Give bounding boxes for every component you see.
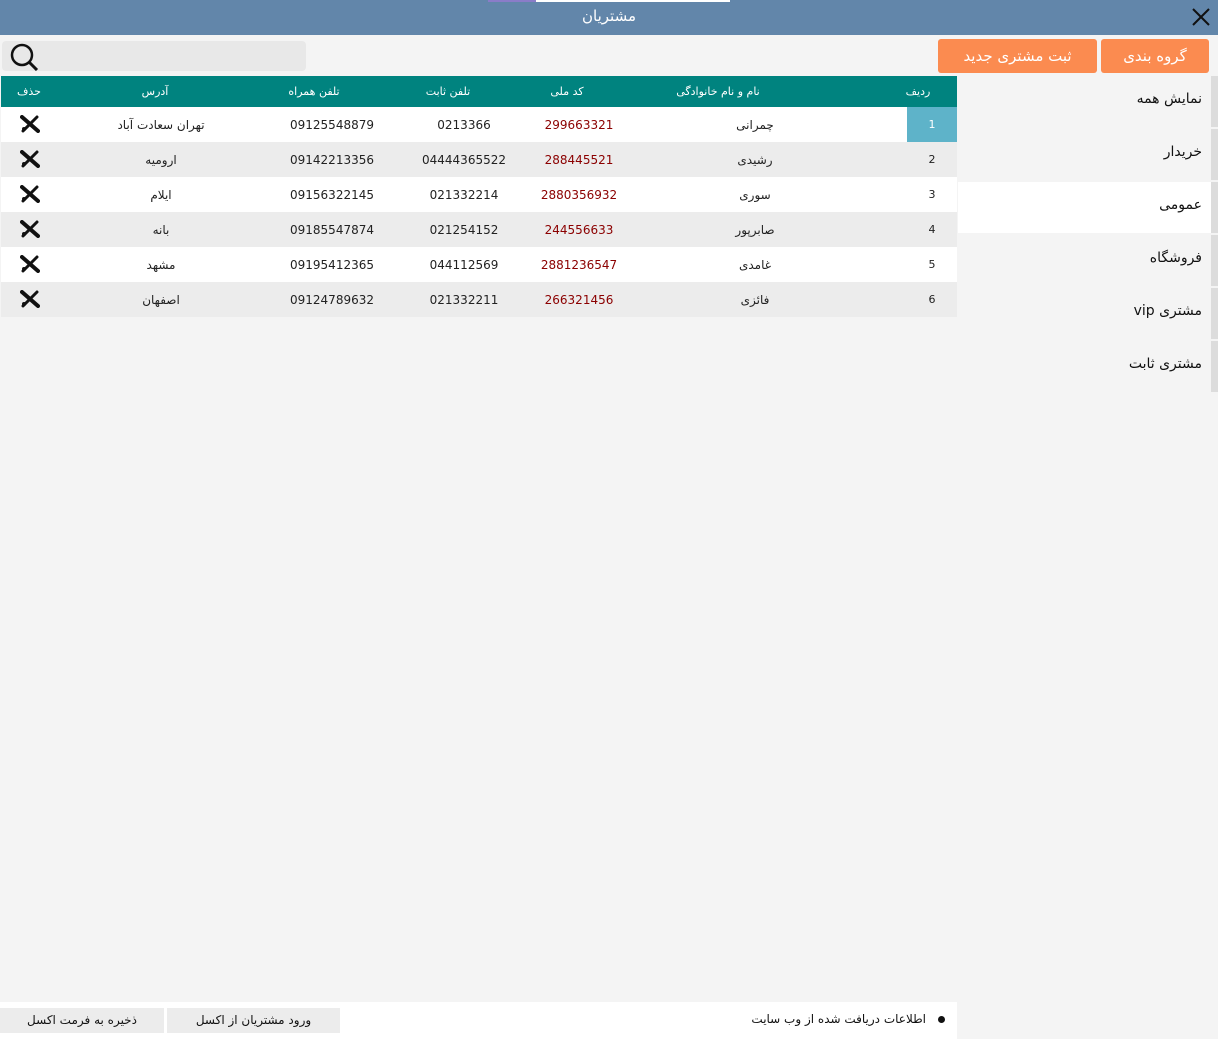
window-title: مشتریان (582, 7, 636, 25)
sidebar-item-label: مشتری vip (1133, 303, 1202, 319)
sidebar-item-label: مشتری ثابت (1128, 356, 1202, 372)
footer-bar: ذخیره به فرمت اکسل ورود مشتریان از اکسل … (0, 1002, 957, 1039)
delete-x-icon[interactable] (20, 220, 40, 238)
header-national-code: کد ملی (550, 85, 584, 98)
cell-mobile: 09142213356 (290, 153, 374, 167)
cell-address: ایلام (150, 188, 172, 202)
header-name: نام و نام خانوادگی (676, 85, 760, 98)
cell-landline: 021254152 (429, 223, 499, 237)
cell-name: صابرپور (735, 223, 775, 237)
save-excel-button[interactable]: ذخیره به فرمت اکسل (0, 1008, 164, 1033)
web-info-label: اطلاعات دریافت شده از وب سایت (751, 1012, 926, 1026)
cell-landline: 021332211 (429, 293, 499, 307)
delete-x-icon[interactable] (20, 185, 40, 203)
customers-table: حذف آدرس تلفن همراه تلفن ثابت کد ملی نام… (1, 76, 957, 317)
cell-address: اصفهان (142, 293, 180, 307)
sidebar-item-label: خریدار (1163, 144, 1202, 160)
search-input[interactable] (46, 44, 302, 68)
cell-address: مشهد (146, 258, 176, 272)
cell-row-number: 2 (928, 153, 936, 166)
header-mobile: تلفن همراه (288, 85, 340, 98)
sidebar-item-label: عمومی (1159, 197, 1202, 213)
table-body: تهران سعادت آباد 09125548879 0213366 299663… (1, 107, 957, 317)
cell-landline: 021332214 (429, 188, 499, 202)
cell-name: چمرانی (736, 118, 774, 132)
cell-landline: 04444365522 (422, 153, 506, 167)
cell-address: تهران سعادت آباد (117, 118, 205, 132)
web-info-option[interactable]: اطلاعات دریافت شده از وب سایت (751, 1012, 945, 1026)
cell-mobile: 09185547874 (290, 223, 374, 237)
cell-address: ارومیه (145, 153, 177, 167)
delete-x-icon[interactable] (20, 115, 40, 133)
sidebar-item-5[interactable]: مشتری ثابت (958, 341, 1218, 392)
new-customer-button[interactable]: ثبت مشتری جدید (938, 39, 1097, 73)
cell-row-number: 3 (928, 188, 936, 201)
sidebar-item-bar (1211, 235, 1218, 286)
sidebar-item-2[interactable]: عمومی (958, 182, 1218, 233)
cell-national-code: 266321456 (544, 293, 614, 307)
delete-x-icon[interactable] (20, 255, 40, 273)
sidebar-item-bar (1211, 341, 1218, 392)
table-row[interactable]: مشهد 09195412365 044112569 2881236547 غامدی 5 (1, 247, 957, 282)
table-header: حذف آدرس تلفن همراه تلفن ثابت کد ملی نام… (1, 76, 957, 107)
table-row[interactable]: ارومیه 09142213356 04444365522 288445521 رشی… (1, 142, 957, 177)
category-sidebar: نمایش همه خریدار عمومی فروشگاه مشتری vip مشتر… (958, 76, 1218, 394)
sidebar-item-bar (1211, 288, 1218, 339)
sidebar-item-bar (1211, 76, 1218, 127)
sidebar-item-3[interactable]: فروشگاه (958, 235, 1218, 286)
cell-national-code: 2880356932 (540, 188, 618, 202)
cell-name: سوری (739, 188, 771, 202)
header-row: ردیف (905, 85, 931, 98)
header-delete: حذف (17, 85, 41, 98)
delete-x-icon[interactable] (20, 150, 40, 168)
title-accent-line-purple (488, 0, 536, 2)
cell-row-number: 1 (907, 107, 957, 142)
cell-name: غامدی (738, 258, 772, 272)
sidebar-item-1[interactable]: خریدار (958, 129, 1218, 180)
cell-mobile: 09125548879 (290, 118, 374, 132)
cell-national-code: 299663321 (544, 118, 614, 132)
search-icon[interactable] (8, 43, 40, 71)
sidebar-item-bar (1211, 182, 1218, 233)
cell-mobile: 09156322145 (290, 188, 374, 202)
table-row[interactable]: اصفهان 09124789632 021332211 266321456 فائزی… (1, 282, 957, 317)
import-excel-button[interactable]: ورود مشتریان از اکسل (167, 1008, 340, 1033)
header-address: آدرس (141, 85, 169, 98)
cell-address: بانه (152, 223, 170, 237)
cell-mobile: 09124789632 (290, 293, 374, 307)
radio-dot-icon (938, 1016, 945, 1023)
cell-row-number: 4 (928, 223, 936, 236)
table-row[interactable]: تهران سعادت آباد 09125548879 0213366 299663… (1, 107, 957, 142)
header-landline: تلفن ثابت (425, 85, 471, 98)
search-box (2, 41, 306, 71)
cell-row-number: 6 (928, 293, 936, 306)
sidebar-item-0[interactable]: نمایش همه (958, 76, 1218, 127)
delete-x-icon[interactable] (20, 290, 40, 308)
table-row[interactable]: بانه 09185547874 021254152 244556633 صابرپور… (1, 212, 957, 247)
cell-name: رشیدی (737, 153, 773, 167)
sidebar-item-4[interactable]: مشتری vip (958, 288, 1218, 339)
close-icon[interactable] (1190, 6, 1212, 28)
grouping-button[interactable]: گروه بندی (1101, 39, 1209, 73)
sidebar-item-label: فروشگاه (1149, 250, 1202, 266)
sidebar-item-bar (1211, 129, 1218, 180)
cell-landline: 0213366 (437, 118, 491, 132)
title-bar: مشتریان (0, 0, 1218, 35)
table-row[interactable]: ایلام 09156322145 021332214 2880356932 سوری 3 (1, 177, 957, 212)
customers-window: مشتریان ثبت مشتری جدید گروه بندی حذف آدر… (0, 0, 1218, 1039)
cell-landline: 044112569 (429, 258, 499, 272)
cell-mobile: 09195412365 (290, 258, 374, 272)
cell-name: فائزی (740, 293, 770, 307)
cell-national-code: 244556633 (544, 223, 614, 237)
cell-national-code: 2881236547 (540, 258, 618, 272)
cell-national-code: 288445521 (544, 153, 614, 167)
sidebar-item-label: نمایش همه (1136, 91, 1202, 107)
cell-row-number: 5 (928, 258, 936, 271)
